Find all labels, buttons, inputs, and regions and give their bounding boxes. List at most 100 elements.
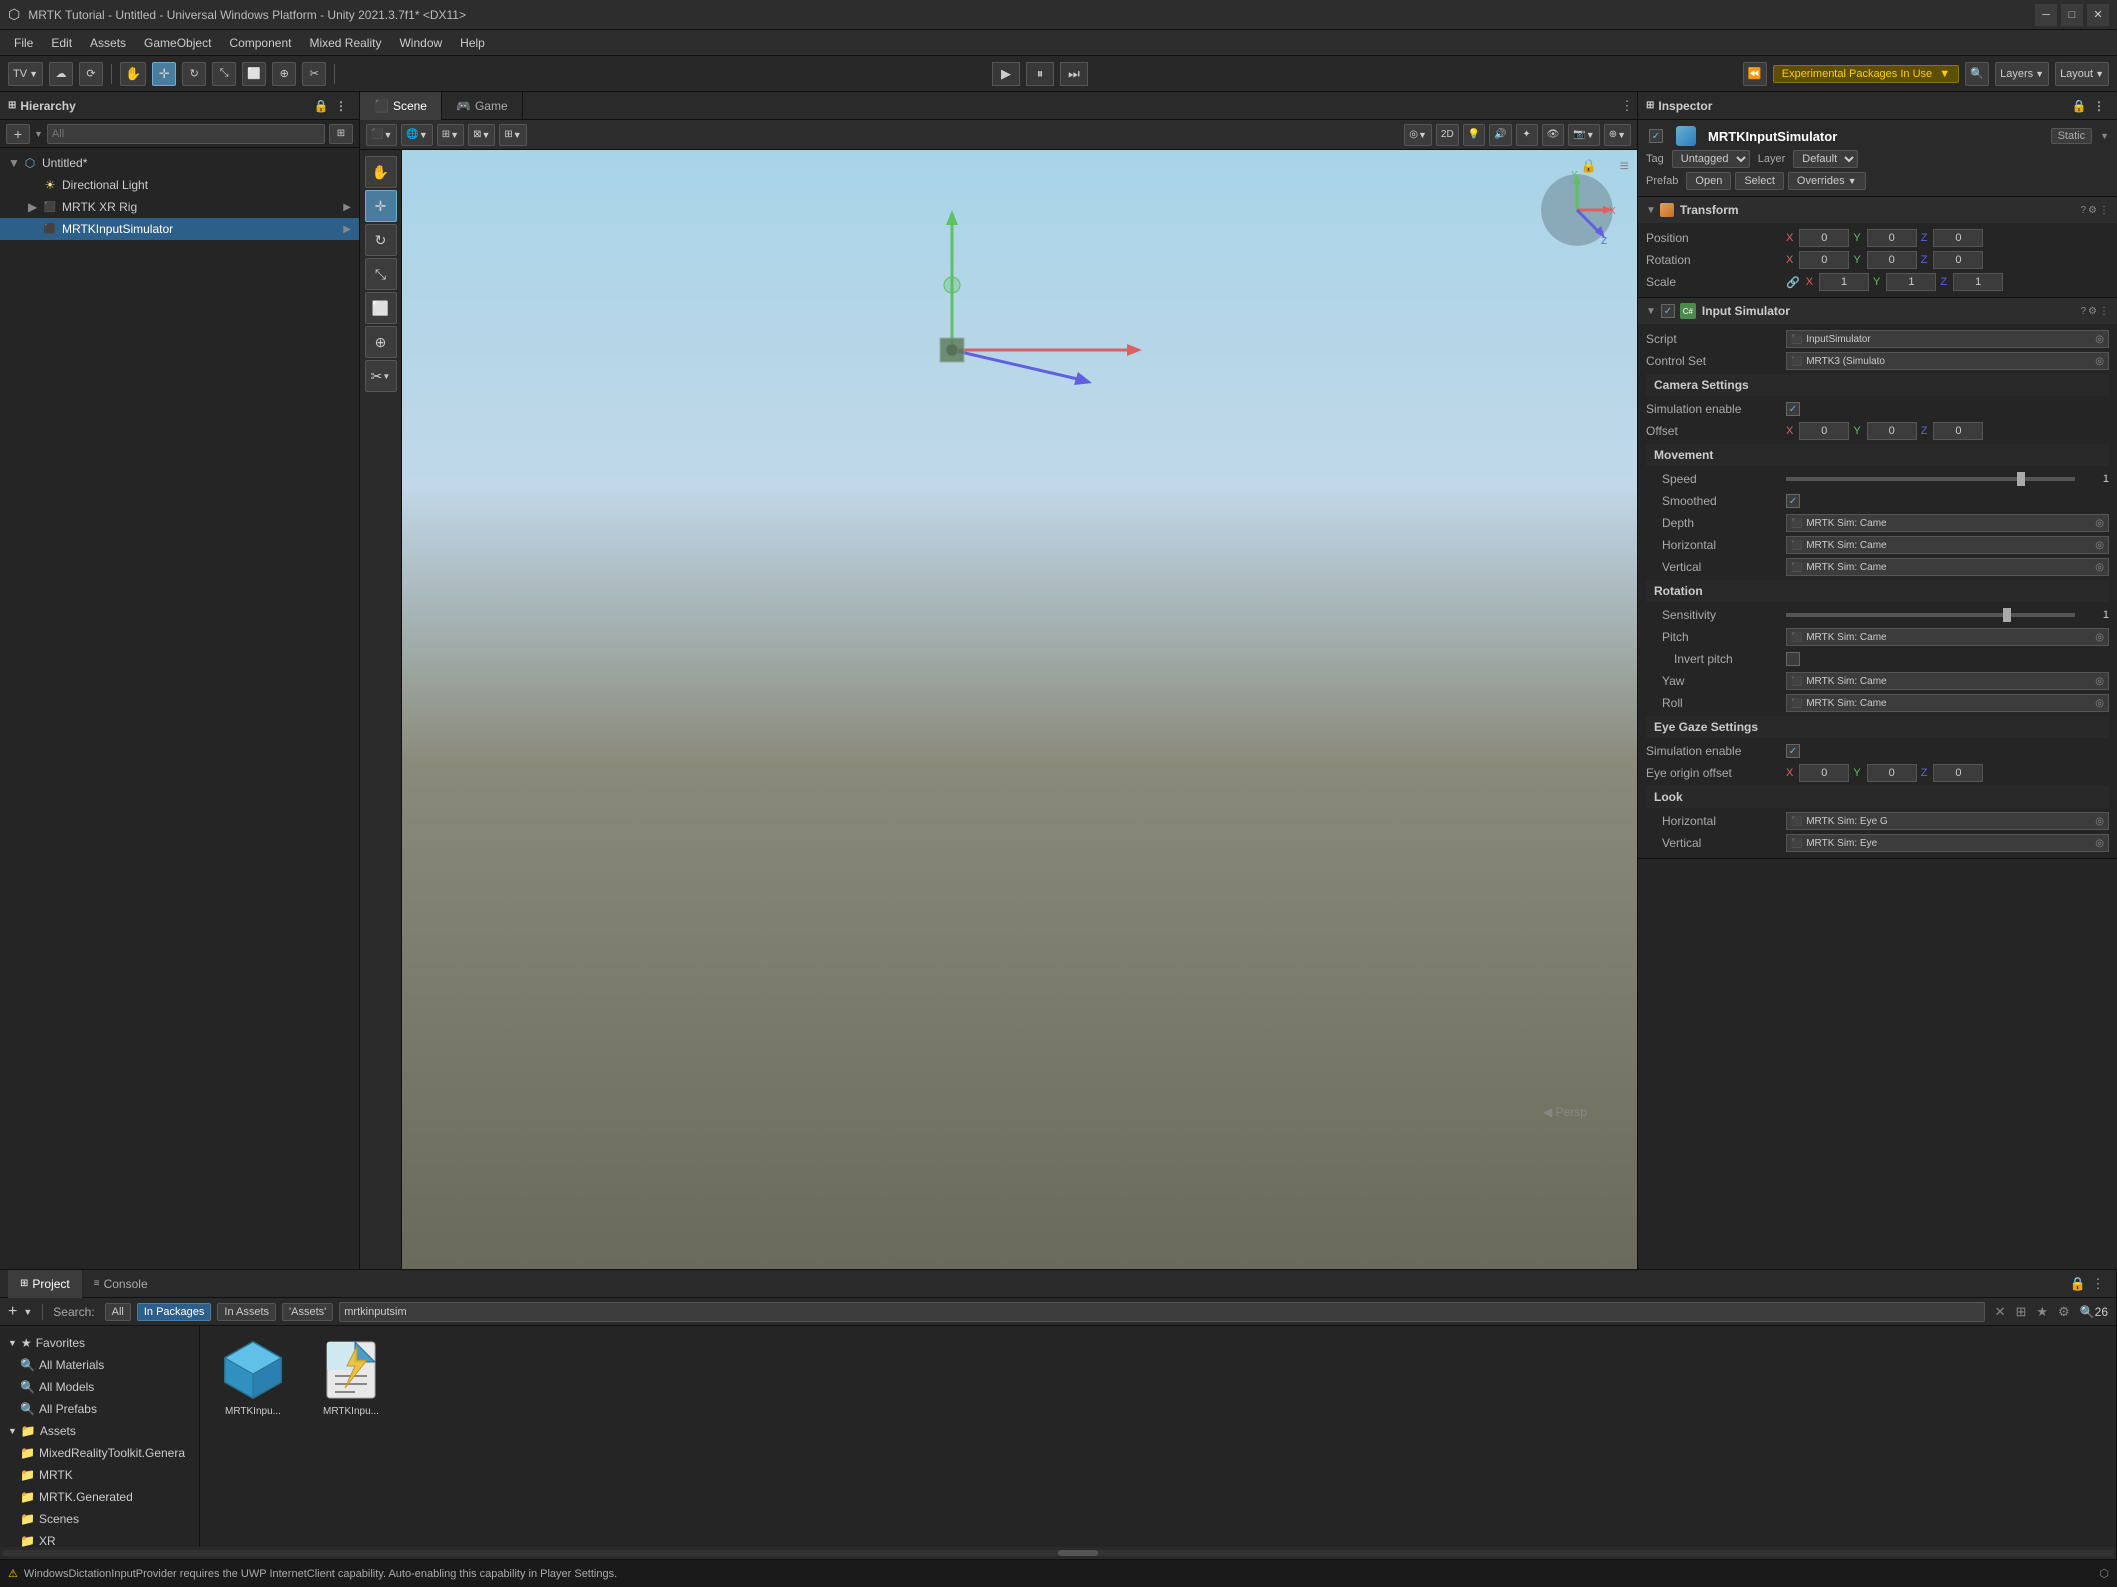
- scene-3d-dropdown[interactable]: 🌐 ▼: [401, 124, 432, 146]
- transform-header[interactable]: ▼ Transform ? ⚙ ⋮: [1638, 197, 2117, 223]
- input-sim-more-icon[interactable]: ⋮: [2099, 306, 2109, 317]
- menu-component[interactable]: Component: [221, 34, 299, 52]
- asset-item-mrtk-script[interactable]: MRTKInpu...: [306, 1334, 396, 1421]
- scene-view-toggle[interactable]: ◎ ▼: [1404, 124, 1432, 146]
- rot-z-input[interactable]: [1933, 251, 1983, 269]
- pitch-link[interactable]: ⬛ MRTK Sim: Came ◎: [1786, 628, 2109, 646]
- eye-y-input[interactable]: [1867, 764, 1917, 782]
- hierarchy-create-button[interactable]: ⊞: [329, 124, 353, 144]
- rot-y-input[interactable]: [1867, 251, 1917, 269]
- asset-item-mrtk-prefab[interactable]: MRTKInpu...: [208, 1334, 298, 1421]
- scene-audio-button[interactable]: 🔊: [1489, 124, 1511, 146]
- mrtk-item[interactable]: 📁 MRTK: [0, 1464, 199, 1486]
- pos-z-input[interactable]: [1933, 229, 1983, 247]
- cloud-button[interactable]: ☁: [49, 62, 73, 86]
- scene-viewport[interactable]: ◀ Persp Y: [402, 150, 1637, 1269]
- scene-fx-button[interactable]: ✦: [1516, 124, 1538, 146]
- eye-x-input[interactable]: [1799, 764, 1849, 782]
- script-link[interactable]: ⬛ InputSimulator ◎: [1786, 330, 2109, 348]
- scene-menu-icon[interactable]: ≡: [1620, 158, 1629, 176]
- prefab-open-button[interactable]: Open: [1686, 172, 1731, 190]
- side-move-btn[interactable]: ✛: [365, 190, 397, 222]
- input-sim-enable-checkbox[interactable]: [1660, 303, 1676, 319]
- menu-window[interactable]: Window: [391, 34, 450, 52]
- pos-x-input[interactable]: [1799, 229, 1849, 247]
- experimental-packages-button[interactable]: Experimental Packages In Use ▼: [1773, 65, 1959, 83]
- search-all-btn[interactable]: All: [105, 1303, 131, 1321]
- close-button[interactable]: ✕: [2087, 4, 2109, 26]
- depth-link[interactable]: ⬛ MRTK Sim: Came ◎: [1786, 514, 2109, 532]
- all-materials-item[interactable]: 🔍 All Materials: [0, 1354, 199, 1376]
- tree-item-untitled[interactable]: ▼ ⬡ Untitled*: [0, 152, 359, 174]
- menu-assets[interactable]: Assets: [82, 34, 134, 52]
- scene-shading-dropdown[interactable]: ⬛ ▼: [366, 124, 397, 146]
- pos-y-input[interactable]: [1867, 229, 1917, 247]
- menu-mixed-reality[interactable]: Mixed Reality: [301, 34, 389, 52]
- minimize-button[interactable]: ─: [2035, 4, 2057, 26]
- sim-enable-checkbox[interactable]: [1786, 402, 1800, 416]
- hierarchy-search-input[interactable]: [47, 124, 325, 144]
- input-sim-settings-icon[interactable]: ⚙: [2088, 306, 2097, 317]
- search-packages-btn[interactable]: In Packages: [137, 1303, 212, 1321]
- horizontal-link[interactable]: ⬛ MRTK Sim: Came ◎: [1786, 536, 2109, 554]
- search-assets-btn[interactable]: In Assets: [217, 1303, 276, 1321]
- mrtk-genera-item[interactable]: 📁 MixedRealityToolkit.Genera: [0, 1442, 199, 1464]
- search-bookmark-icon[interactable]: ★: [2036, 1304, 2048, 1320]
- tab-scene[interactable]: ⬛ Scene: [360, 92, 442, 120]
- prefab-overrides-button[interactable]: Overrides ▼: [1788, 172, 1866, 190]
- yaw-link[interactable]: ⬛ MRTK Sim: Came ◎: [1786, 672, 2109, 690]
- static-badge[interactable]: Static: [2051, 128, 2093, 144]
- scene-snap-dropdown[interactable]: ⊠ ▼: [468, 124, 495, 146]
- search-assets-folder-btn[interactable]: 'Assets': [282, 1303, 333, 1321]
- step-button[interactable]: ⏭: [1060, 62, 1088, 86]
- inspector-menu-button[interactable]: ⋮: [2089, 96, 2109, 116]
- transform-question-icon[interactable]: ?: [2080, 205, 2086, 216]
- side-rotate-btn[interactable]: ↻: [365, 224, 397, 256]
- control-set-link[interactable]: ⬛ MRTK3 (Simulato ◎: [1786, 352, 2109, 370]
- menu-help[interactable]: Help: [452, 34, 493, 52]
- transform-more-icon[interactable]: ⋮: [2099, 205, 2109, 216]
- favorites-item[interactable]: ▼ ★ Favorites: [0, 1332, 199, 1354]
- scene-camera-button[interactable]: 📷 ▼: [1568, 124, 1599, 146]
- scene-extra-dropdown[interactable]: ⊕ ▼: [1604, 124, 1631, 146]
- scale-z-input[interactable]: [1953, 273, 2003, 291]
- search-save-icon[interactable]: ⊞: [2015, 1304, 2026, 1320]
- offset-z-input[interactable]: [1933, 422, 1983, 440]
- layers-dropdown[interactable]: Layers ▼: [1995, 62, 2049, 86]
- project-scrollbar[interactable]: [0, 1547, 2116, 1559]
- scene-lock-icon[interactable]: 🔒: [1581, 158, 1597, 174]
- history-button[interactable]: ⟳: [79, 62, 103, 86]
- layer-select[interactable]: Default: [1793, 150, 1858, 168]
- rot-x-input[interactable]: [1799, 251, 1849, 269]
- maximize-button[interactable]: □: [2061, 4, 2083, 26]
- tree-item-directional-light[interactable]: ☀ Directional Light: [0, 174, 359, 196]
- tree-item-input-simulator[interactable]: ⬛ MRTKInputSimulator ▶: [0, 218, 359, 240]
- scene-menu-button[interactable]: ⋮: [1617, 96, 1637, 116]
- sensitivity-slider[interactable]: [1786, 613, 2075, 617]
- pause-button[interactable]: ⏸: [1026, 62, 1054, 86]
- search-button[interactable]: 🔍: [1965, 62, 1989, 86]
- scale-x-input[interactable]: [1819, 273, 1869, 291]
- transform-settings-icon[interactable]: ⚙: [2088, 205, 2097, 216]
- active-checkbox[interactable]: [1649, 129, 1663, 143]
- transform-all-tool[interactable]: ⊕: [272, 62, 296, 86]
- invert-pitch-checkbox[interactable]: [1786, 652, 1800, 666]
- scene-grid-dropdown[interactable]: ⊞ ▼: [499, 124, 526, 146]
- all-models-item[interactable]: 🔍 All Models: [0, 1376, 199, 1398]
- look-vert-link[interactable]: ⬛ MRTK Sim: Eye ◎: [1786, 834, 2109, 852]
- account-dropdown[interactable]: TV ▼: [8, 62, 43, 86]
- assets-item[interactable]: ▼ 📁 Assets: [0, 1420, 199, 1442]
- input-sim-question-icon[interactable]: ?: [2080, 306, 2086, 317]
- look-horiz-link[interactable]: ⬛ MRTK Sim: Eye G ◎: [1786, 812, 2109, 830]
- menu-edit[interactable]: Edit: [43, 34, 80, 52]
- input-sim-header[interactable]: ▼ C# Input Simulator ? ⚙ ⋮: [1638, 298, 2117, 324]
- smoothed-checkbox[interactable]: [1786, 494, 1800, 508]
- transform-rotate-tool[interactable]: ↻: [182, 62, 206, 86]
- static-dropdown-arrow[interactable]: ▼: [2100, 131, 2109, 141]
- hierarchy-menu-button[interactable]: ⋮: [331, 96, 351, 116]
- mrtk-generated-item[interactable]: 📁 MRTK.Generated: [0, 1486, 199, 1508]
- custom-tool[interactable]: ✂: [302, 62, 326, 86]
- vertical-link[interactable]: ⬛ MRTK Sim: Came ◎: [1786, 558, 2109, 576]
- transform-hand-tool[interactable]: ✋: [120, 62, 146, 86]
- input-sim-checkbox[interactable]: [1661, 304, 1675, 318]
